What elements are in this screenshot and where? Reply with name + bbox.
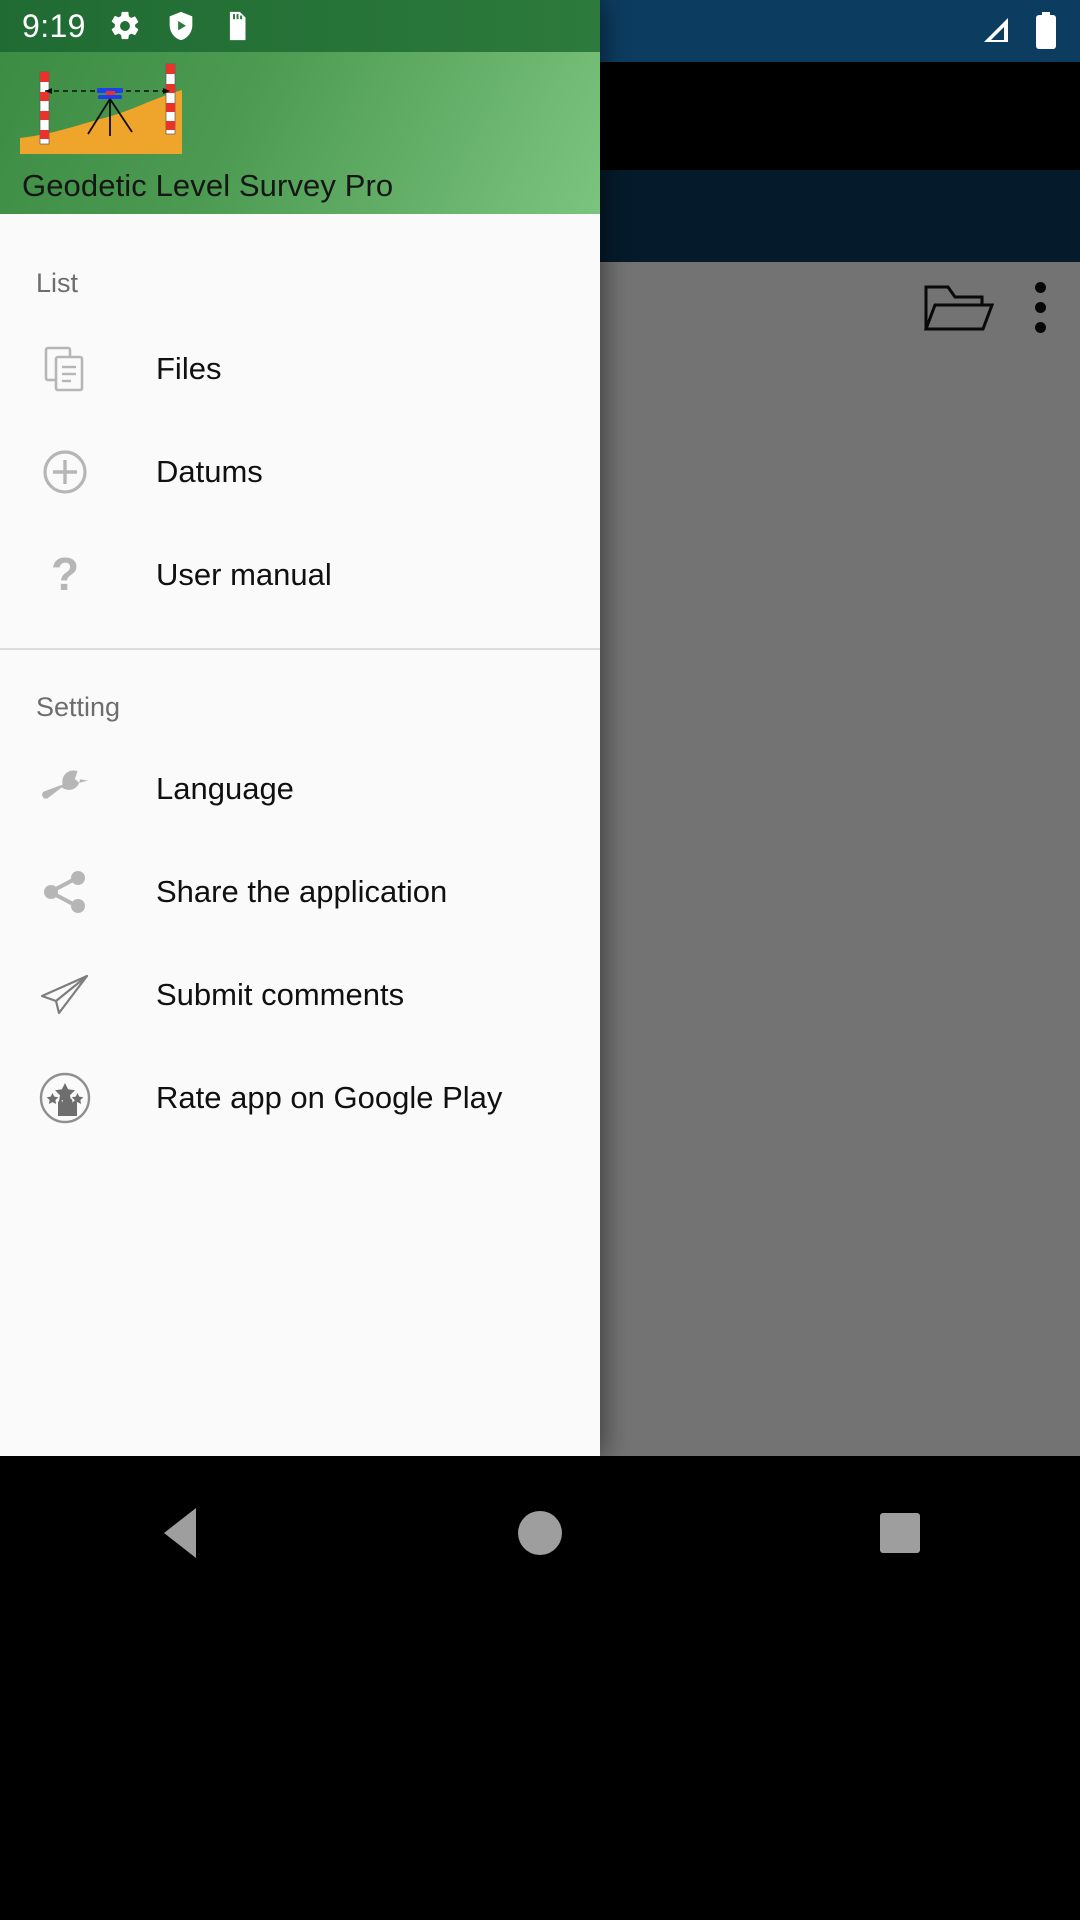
drawer-item-label: Files — [156, 350, 222, 386]
signal-strength-icon — [982, 14, 1016, 48]
nav-home-button[interactable] — [480, 1498, 600, 1568]
section-header-setting: Setting — [36, 692, 121, 722]
drawer-divider — [0, 648, 600, 650]
play-protect-shield-icon — [164, 9, 198, 43]
drawer-item-user-manual[interactable]: ? User manual — [0, 523, 600, 626]
section-header-list: List — [36, 268, 79, 298]
drawer-section-setting: Language Share the application Submit co… — [0, 723, 600, 1149]
circle-home-icon — [518, 1511, 562, 1555]
drawer-item-language[interactable]: Language — [0, 737, 600, 840]
plus-circle-icon — [36, 443, 94, 501]
square-recents-icon — [880, 1513, 920, 1553]
question-mark-icon: ? — [36, 546, 94, 604]
drawer-item-label: Datums — [156, 453, 263, 489]
drawer-item-label: Rate app on Google Play — [156, 1079, 503, 1115]
drawer-section-list: Files Datums ? User manual — [0, 299, 600, 626]
phone-screen: 9:19 Geodetic Level Survey Pro List File… — [0, 0, 1080, 1920]
paper-plane-send-icon — [36, 966, 94, 1024]
sd-card-icon — [220, 9, 254, 43]
rate-hand-stars-icon — [36, 1069, 94, 1127]
drawer-item-datums[interactable]: Datums — [0, 420, 600, 523]
drawer-item-label: Submit comments — [156, 976, 405, 1012]
app-title: Geodetic Level Survey Pro — [22, 168, 394, 203]
drawer-header: Geodetic Level Survey Pro — [0, 52, 600, 214]
surveying-illustration — [14, 54, 214, 164]
svg-text:?: ? — [51, 550, 79, 600]
share-nodes-icon — [36, 863, 94, 921]
nav-back-button[interactable] — [120, 1498, 240, 1568]
drawer-item-label: User manual — [156, 556, 332, 592]
drawer-item-rate-app[interactable]: Rate app on Google Play — [0, 1046, 600, 1149]
gear-icon — [108, 9, 142, 43]
drawer-item-label: Share the application — [156, 873, 448, 909]
triangle-back-icon — [164, 1508, 196, 1558]
android-navigation-bar — [0, 1456, 1080, 1920]
drawer-item-label: Language — [156, 770, 294, 806]
documents-copy-icon — [36, 340, 94, 398]
navigation-drawer: 9:19 Geodetic Level Survey Pro List File… — [0, 0, 600, 1456]
drawer-status-bar: 9:19 — [0, 0, 600, 52]
status-bar-right-icons — [982, 0, 1058, 62]
drawer-item-share-application[interactable]: Share the application — [0, 840, 600, 943]
drawer-item-submit-comments[interactable]: Submit comments — [0, 943, 600, 1046]
drawer-item-files[interactable]: Files — [0, 317, 600, 420]
status-bar-clock: 9:19 — [22, 8, 86, 44]
nav-recents-button[interactable] — [840, 1498, 960, 1568]
battery-icon — [1034, 12, 1058, 50]
wrench-icon — [36, 760, 94, 818]
